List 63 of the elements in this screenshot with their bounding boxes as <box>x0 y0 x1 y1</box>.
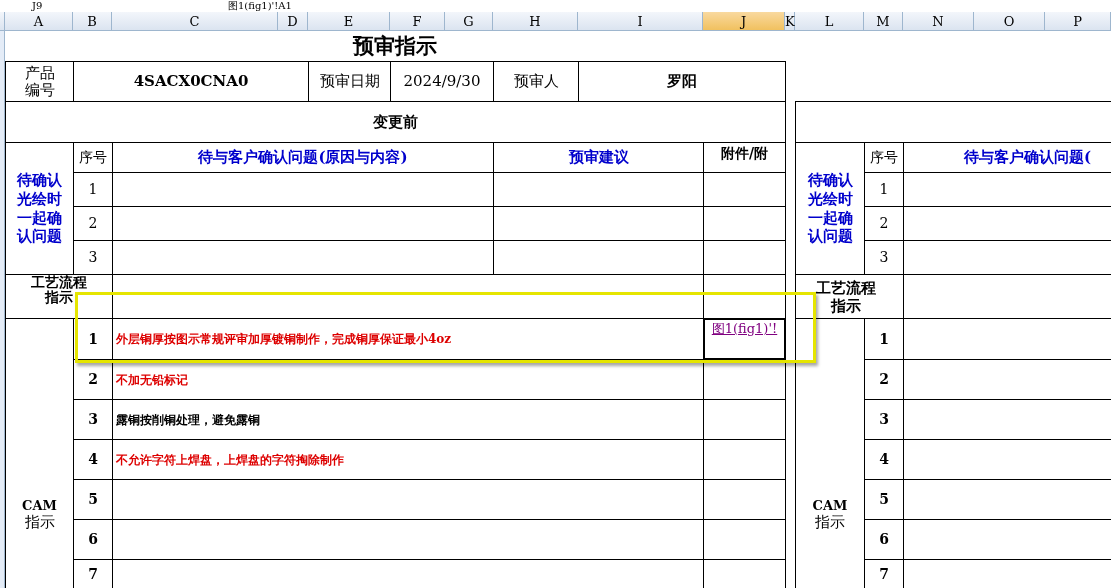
date-label: 预审日期 <box>319 71 380 93</box>
column-header[interactable]: I <box>578 12 703 31</box>
column-title: 预审建议 <box>568 147 629 169</box>
row-number: 1 <box>879 180 889 199</box>
row-number: 2 <box>88 370 98 389</box>
row-group-label: 待确认光绘时一起确认问题 <box>806 171 854 246</box>
column-header[interactable]: B <box>73 12 112 31</box>
column-header[interactable]: H <box>493 12 578 31</box>
row-header-strip[interactable] <box>0 31 5 588</box>
row-group-label: 工艺流程指示 <box>30 275 88 305</box>
row-number: 2 <box>88 214 98 233</box>
row-number: 7 <box>88 564 98 584</box>
row-group-label: 待确认光绘时一起确认问题 <box>16 171 63 246</box>
row-number: 3 <box>88 410 98 429</box>
row-number: 2 <box>879 214 889 233</box>
column-header[interactable]: N <box>903 12 974 31</box>
section-title: 变更前 <box>373 111 418 133</box>
column-title: 序号 <box>870 148 898 167</box>
column-header[interactable]: M <box>864 12 903 31</box>
column-header[interactable]: C <box>112 12 278 31</box>
row-number: 7 <box>879 564 889 584</box>
instruction-text: 不加无铅标记 <box>116 371 188 389</box>
instruction-text: 不允许字符上焊盘，上焊盘的字符掏除制作 <box>116 451 344 469</box>
reviewer-label: 预审人 <box>513 71 559 93</box>
column-header[interactable]: J <box>703 12 785 31</box>
row-number: 3 <box>879 410 889 429</box>
row-group-label: CAM 指示 <box>811 499 849 532</box>
column-header[interactable]: L <box>795 12 864 31</box>
column-header[interactable]: G <box>445 12 493 31</box>
column-title: 待与客户确认问题( <box>964 147 1092 169</box>
row-number: 1 <box>88 180 98 199</box>
column-header[interactable]: E <box>308 12 390 31</box>
product-label: 产品编号 <box>23 65 56 98</box>
column-header[interactable]: O <box>974 12 1045 31</box>
row-number: 3 <box>879 248 889 267</box>
select-all-corner[interactable] <box>0 12 5 31</box>
row-number: 1 <box>88 329 98 349</box>
row-number: 5 <box>88 490 98 509</box>
cell-reference[interactable]: J9 <box>0 0 228 12</box>
formula-text[interactable]: 图1(fig1)'!A1 <box>228 0 292 12</box>
row-number: 6 <box>88 530 98 549</box>
instruction-text: 露铜按削铜处理，避免露铜 <box>116 411 260 429</box>
product-code: 4SACX0CNA0 <box>133 71 249 93</box>
row-number: 2 <box>879 370 889 389</box>
column-header[interactable]: P <box>1045 12 1111 31</box>
column-title: 序号 <box>79 148 107 167</box>
column-title: 附件/附 <box>720 144 769 163</box>
date-value: 2024/9/30 <box>403 71 481 93</box>
reviewer-name: 罗阳 <box>667 71 697 93</box>
column-header[interactable]: F <box>390 12 445 31</box>
instruction-text: 外层铜厚按图示常规评审加厚镀铜制作，完成铜厚保证最小4oz <box>116 331 452 348</box>
sheet-title: 预审指示 <box>353 32 437 61</box>
row-number: 5 <box>879 490 889 509</box>
row-group-label: CAM 指示 <box>21 499 58 532</box>
row-number: 1 <box>879 329 889 349</box>
row-number: 6 <box>879 530 889 549</box>
row-number: 3 <box>88 248 98 267</box>
row-group-label: 工艺流程指示 <box>814 278 877 315</box>
column-header[interactable]: D <box>278 12 308 31</box>
row-number: 4 <box>879 450 889 469</box>
column-header[interactable]: A <box>5 12 73 31</box>
row-number: 4 <box>88 450 98 469</box>
column-title: 待与客户确认问题(原因与内容) <box>198 147 408 169</box>
